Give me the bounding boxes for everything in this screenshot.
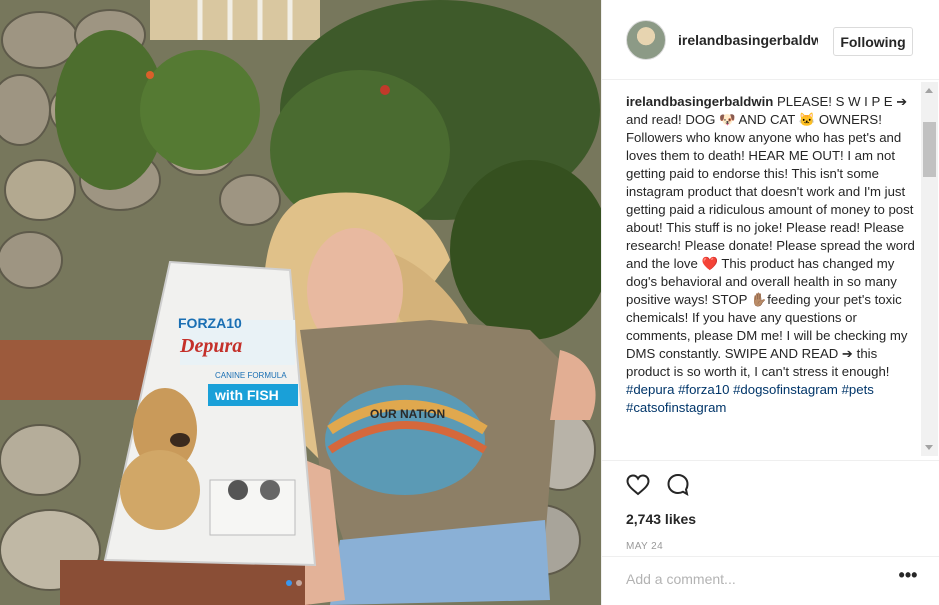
carousel-dot[interactable] (296, 580, 302, 586)
header-username[interactable]: irelandbasingerbaldwi (678, 32, 818, 48)
post-header: irelandbasingerbaldwi Following (602, 0, 939, 80)
scroll-up-arrow-icon[interactable] (925, 88, 933, 93)
hashtag-link[interactable]: #forza10 (678, 382, 729, 397)
carousel-dot-active[interactable] (286, 580, 292, 586)
bag-flavor: with FISH (214, 387, 279, 403)
post-side-panel: irelandbasingerbaldwi Following irelandb… (601, 0, 939, 605)
scrollbar-thumb[interactable] (923, 122, 936, 177)
comment-box: ••• (602, 556, 939, 605)
heart-icon[interactable] (626, 474, 650, 496)
caption-scroll-area[interactable]: irelandbasingerbaldwin PLEASE! S W I P E… (602, 81, 939, 459)
photo-illustration: OUR NATION FORZA10 Depura CANINE FORMULA… (0, 0, 601, 605)
hashtag-list: #depura #forza10 #dogsofinstagram #pets … (626, 382, 874, 415)
post-date[interactable]: MAY 24 (626, 541, 916, 552)
more-options-icon[interactable]: ••• (896, 566, 920, 587)
carousel-dots[interactable] (286, 580, 302, 586)
caption-text: PLEASE! S W I P E ➔ and read! DOG 🐶 AND … (626, 94, 915, 379)
bag-product: Depura (179, 335, 242, 357)
hashtag-link[interactable]: #dogsofinstagram (733, 382, 838, 397)
like-count[interactable]: 2,743 likes (626, 511, 916, 527)
hashtag-link[interactable]: #pets (842, 382, 874, 397)
action-icons (626, 469, 916, 501)
caption-author[interactable]: irelandbasingerbaldwin (626, 94, 773, 109)
post-actions: 2,743 likes MAY 24 (602, 460, 939, 552)
post-photo[interactable]: OUR NATION FORZA10 Depura CANINE FORMULA… (0, 0, 601, 605)
following-button[interactable]: Following (833, 27, 913, 56)
scroll-down-arrow-icon[interactable] (925, 445, 933, 450)
caption-scrollbar[interactable] (921, 82, 938, 456)
post-caption: irelandbasingerbaldwin PLEASE! S W I P E… (626, 93, 916, 417)
hashtag-link[interactable]: #catsofinstagram (626, 400, 726, 415)
shirt-text: OUR NATION (370, 407, 445, 421)
bag-formula: CANINE FORMULA (215, 371, 287, 380)
bag-brand: FORZA10 (178, 315, 242, 331)
avatar[interactable] (626, 19, 666, 60)
hashtag-link[interactable]: #depura (626, 382, 674, 397)
comment-input[interactable] (626, 567, 866, 591)
comment-icon[interactable] (666, 473, 690, 497)
